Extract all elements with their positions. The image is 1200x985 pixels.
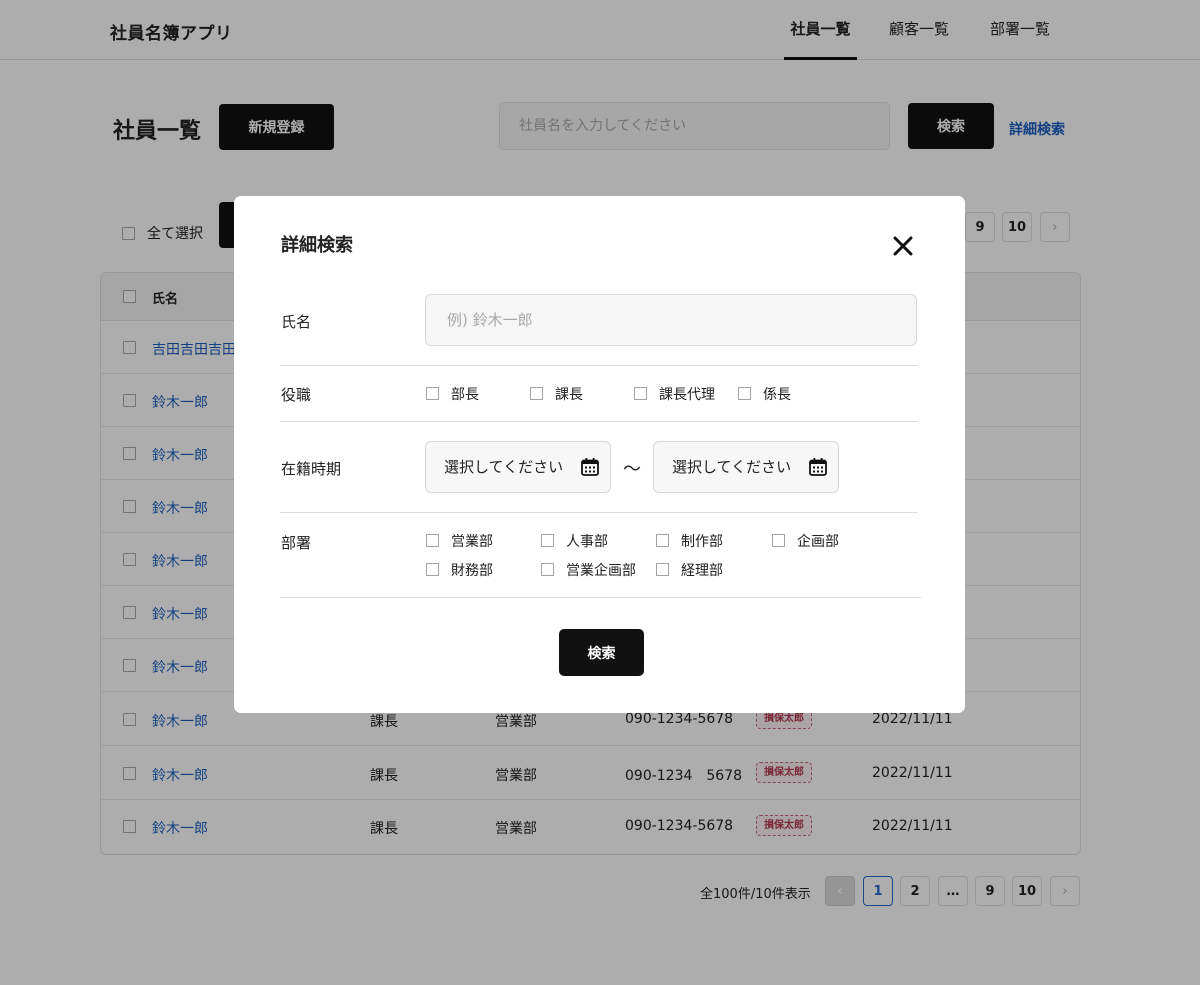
divider xyxy=(280,421,918,422)
checkbox[interactable] xyxy=(426,563,439,576)
divider xyxy=(280,597,921,598)
start-date-picker[interactable]: 選択してください xyxy=(425,441,611,493)
modal-title: 詳細検索 xyxy=(281,235,353,256)
end-date-placeholder: 選択してください xyxy=(672,458,792,476)
department-label: 部署 xyxy=(281,534,312,552)
close-icon[interactable] xyxy=(890,233,916,259)
checkbox[interactable] xyxy=(634,387,647,400)
end-date-picker[interactable]: 選択してください xyxy=(653,441,839,493)
checkbox[interactable] xyxy=(541,534,554,547)
range-separator: 〜 xyxy=(623,459,641,480)
checkbox[interactable] xyxy=(772,534,785,547)
calendar-icon[interactable] xyxy=(808,457,828,477)
checkbox[interactable] xyxy=(656,534,669,547)
checkbox[interactable] xyxy=(426,387,439,400)
name-label: 氏名 xyxy=(281,313,312,331)
divider xyxy=(280,365,918,366)
checkbox[interactable] xyxy=(541,563,554,576)
checkbox[interactable] xyxy=(738,387,751,400)
checkbox[interactable] xyxy=(426,534,439,547)
modal-search-button[interactable]: 検索 xyxy=(559,629,644,676)
calendar-icon[interactable] xyxy=(580,457,600,477)
name-field[interactable]: 例) 鈴木一郎 xyxy=(425,294,917,346)
position-label: 役職 xyxy=(281,386,312,404)
divider xyxy=(280,512,918,513)
period-label: 在籍時期 xyxy=(281,460,342,478)
checkbox[interactable] xyxy=(656,563,669,576)
advanced-search-modal: 詳細検索 氏名 例) 鈴木一郎 役職 部長 課長 課長代理 係長 在籍時期 選択… xyxy=(234,196,965,713)
start-date-placeholder: 選択してください xyxy=(444,458,564,476)
checkbox[interactable] xyxy=(530,387,543,400)
